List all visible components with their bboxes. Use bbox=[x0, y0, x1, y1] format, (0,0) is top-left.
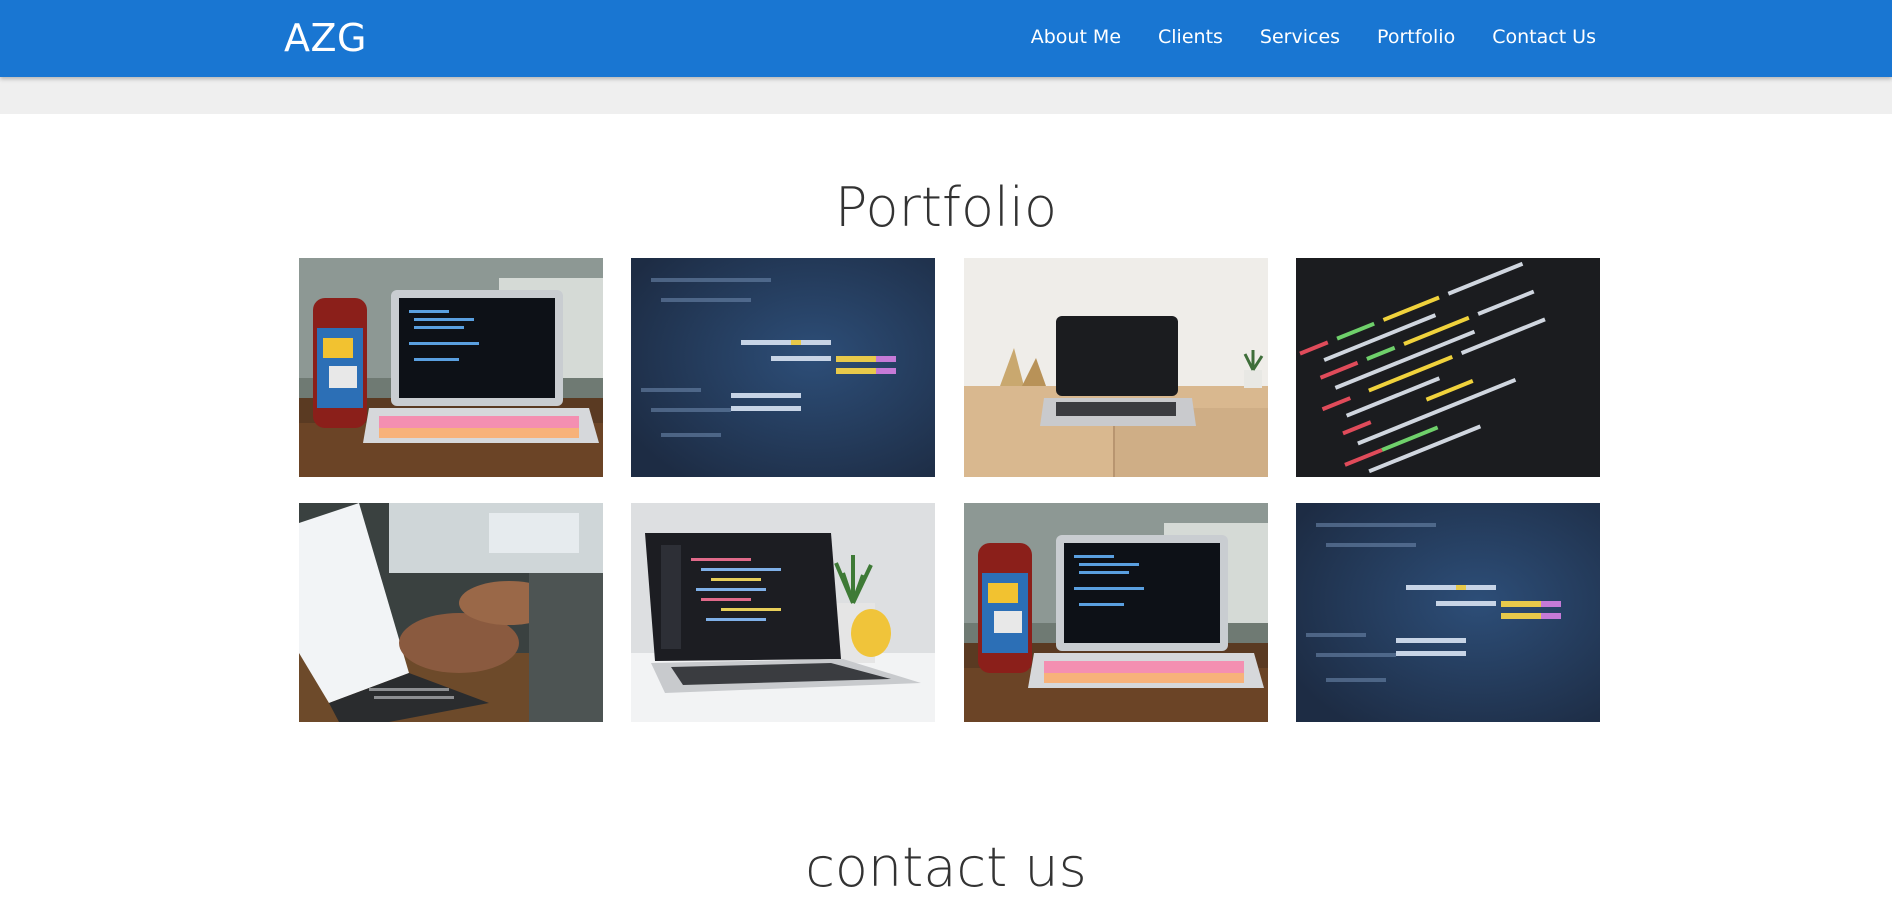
header-band bbox=[0, 77, 1892, 114]
portfolio-image-8[interactable] bbox=[1296, 503, 1600, 722]
nav-item-about-me[interactable]: About Me bbox=[1031, 26, 1121, 48]
brand-logo[interactable]: AZG bbox=[284, 16, 367, 60]
laptop-on-wooden-desk-icon bbox=[964, 258, 1268, 477]
colorful-code-screen-icon bbox=[1296, 258, 1600, 477]
portfolio-image-1[interactable] bbox=[299, 258, 603, 477]
portfolio-image-7[interactable] bbox=[964, 503, 1268, 722]
portfolio-image-3[interactable] bbox=[964, 258, 1268, 477]
portfolio-image-2[interactable] bbox=[631, 258, 935, 477]
blurred-code-blue-icon bbox=[1296, 503, 1600, 722]
blurred-code-blue-icon bbox=[631, 258, 935, 477]
nav-item-services[interactable]: Services bbox=[1260, 26, 1340, 48]
laptop-with-sticker-bottle-icon bbox=[299, 258, 603, 477]
laptop-with-sticker-bottle-icon bbox=[964, 503, 1268, 722]
hands-typing-laptop-icon bbox=[299, 503, 603, 722]
nav-item-portfolio[interactable]: Portfolio bbox=[1377, 26, 1455, 48]
portfolio-image-4[interactable] bbox=[1296, 258, 1600, 477]
portfolio-image-6[interactable] bbox=[631, 503, 935, 722]
nav-item-clients[interactable]: Clients bbox=[1158, 26, 1223, 48]
nav-menu: About Me Clients Services Portfolio Cont… bbox=[1031, 26, 1596, 48]
laptop-with-plant-mug-icon bbox=[631, 503, 935, 722]
portfolio-title: Portfolio bbox=[834, 176, 1058, 239]
portfolio-image-5[interactable] bbox=[299, 503, 603, 722]
navbar: AZG About Me Clients Services Portfolio … bbox=[0, 0, 1892, 77]
nav-item-contact-us[interactable]: Contact Us bbox=[1492, 26, 1596, 48]
contact-title: contact us bbox=[805, 836, 1087, 899]
